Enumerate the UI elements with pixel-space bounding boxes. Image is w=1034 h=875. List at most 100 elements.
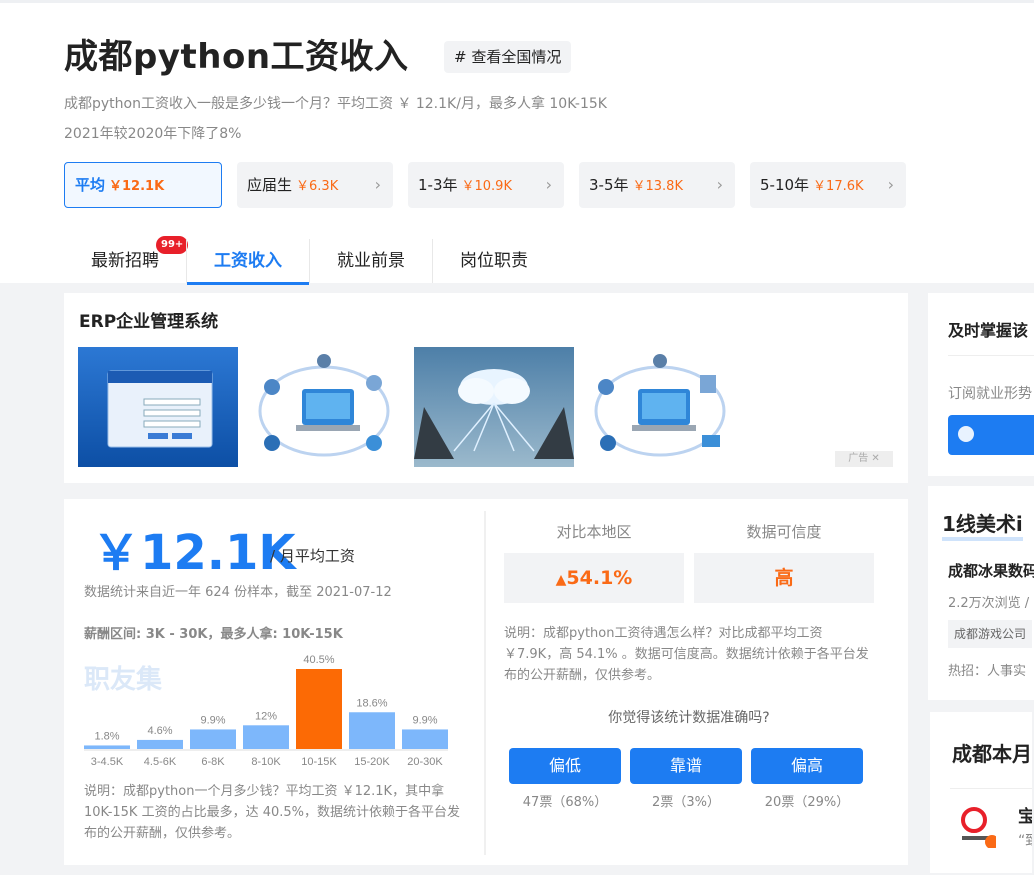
experience-pill-average[interactable]: 平均 ￥12.1K: [64, 162, 222, 208]
hot-jobs: 热招：人事实: [948, 664, 1027, 679]
company-name[interactable]: 成都冰果数码: [948, 560, 1034, 581]
erp-diagram-illustration: [258, 354, 390, 457]
experience-pill-graduate[interactable]: 应届生 ￥6.3K ›: [237, 162, 393, 208]
category-label: 6-8K: [201, 756, 225, 768]
salary-distribution-chart: 1.8% 3-4.5K 4.6% 4.5-6K 9.9% 6-8K 12% 8-10K 40.5…: [84, 654, 448, 768]
divider: [948, 355, 1034, 356]
cloud-illustration: [414, 369, 574, 459]
company-quote: “致: [1018, 833, 1032, 849]
vote-high-button[interactable]: 偏高: [751, 748, 863, 784]
sample-note: 数据统计来自近一年 624 份样本，截至 2021-07-12: [84, 585, 392, 600]
ad-label[interactable]: 广告 ✕: [835, 451, 893, 467]
subscribe-title: 及时掌握该: [948, 321, 1029, 340]
pill-label: 平均: [75, 176, 106, 194]
sidebar-job-card[interactable]: 1线美术i 成都冰果数码 2.2万次浏览 / 成都游戏公司 热招：人事实: [928, 486, 1034, 700]
pill-value: ￥10.9K: [461, 179, 512, 194]
category-label: 4.5-6K: [144, 756, 177, 768]
tab-duties[interactable]: 岗位职责: [433, 237, 555, 285]
salary-range: 薪酬区间: 3K - 30K，最多人拿: 10K-15K: [84, 627, 343, 642]
chart-bar: [137, 739, 183, 749]
vote-count: 47票（68%）: [522, 795, 608, 810]
average-salary: ￥12.1K: [92, 525, 296, 581]
pill-label: 3-5年: [589, 176, 629, 194]
pill-label: 5-10年: [760, 176, 810, 194]
company-logo[interactable]: [956, 804, 999, 849]
vote-low-button[interactable]: 偏低: [509, 748, 621, 784]
chart-bar: [190, 729, 236, 749]
cloud-laptops-image[interactable]: [414, 347, 574, 467]
page-title: 成都python工资收入: [64, 37, 409, 77]
experience-pill-5-10[interactable]: 5-10年 ￥17.6K ›: [750, 162, 906, 208]
category-label: 15-20K: [354, 756, 390, 768]
vote-count: 20票（29%）: [764, 795, 850, 810]
chart-bar: [243, 725, 289, 749]
chevron-right-icon: ›: [545, 175, 552, 194]
wechat-icon: [958, 426, 974, 442]
bar-value-label: 12%: [255, 710, 277, 722]
pill-label: 1-3年: [418, 176, 458, 194]
category-label: 3-4.5K: [91, 756, 124, 768]
page-description: 成都python工资收入一般是多少钱一个月？平均工资 ￥ 12.1K/月，最多人…: [64, 89, 607, 149]
pill-value: ￥13.8K: [632, 179, 683, 194]
subscribe-button[interactable]: [948, 415, 1034, 455]
pill-value: ￥6.3K: [296, 179, 339, 194]
bar-value-label: 9.9%: [200, 714, 225, 726]
experience-pill-1-3[interactable]: 1-3年 ￥10.9K ›: [408, 162, 564, 208]
divider: [950, 788, 1032, 789]
chevron-right-icon: ›: [716, 175, 723, 194]
pill-value: ￥17.6K: [813, 179, 864, 194]
erp-login-image[interactable]: [78, 347, 238, 467]
chart-bar: [349, 712, 395, 749]
ranking-title: 成都本月: [952, 742, 1032, 766]
salary-unit: / 月平均工资: [270, 547, 355, 565]
tab-prospects[interactable]: 就业前景: [310, 237, 432, 285]
new-count-badge: 99+: [156, 236, 189, 254]
bar-value-label: 40.5%: [303, 654, 334, 666]
compare-heading: 对比本地区: [556, 523, 632, 541]
chart-bar: [402, 729, 448, 749]
reliability-heading: 数据可信度: [746, 523, 822, 541]
view-national-button[interactable]: # 查看全国情况: [444, 41, 572, 73]
view-count: 2.2万次浏览 /: [948, 596, 1030, 611]
logo-icon: [961, 807, 999, 849]
arrow-up-icon: ▲: [555, 572, 567, 588]
erp-diagram-image-2[interactable]: [578, 347, 738, 467]
vote-question: 你觉得该统计数据准确吗?: [608, 710, 770, 726]
pill-value: ￥12.1K: [109, 179, 165, 194]
compare-value-box: ▲54.1%: [504, 553, 684, 603]
erp-diagram-illustration: [594, 354, 726, 457]
sidebar-ranking-card: 成都本月 宝 “致: [928, 710, 1034, 875]
chevron-right-icon: ›: [887, 175, 894, 194]
pill-label: 应届生: [247, 176, 293, 194]
reliability-value: 高: [694, 553, 874, 603]
chart-bar: [296, 669, 342, 749]
bar-value-label: 4.6%: [147, 725, 172, 737]
bar-value-label: 9.9%: [412, 714, 437, 726]
vote-accurate-button[interactable]: 靠谱: [630, 748, 742, 784]
job-card-title[interactable]: 1线美术i: [942, 508, 1023, 541]
erp-diagram-image[interactable]: [242, 347, 402, 467]
card-divider: [484, 511, 486, 855]
company-short-name[interactable]: 宝: [1018, 802, 1032, 827]
category-label: 10-15K: [301, 756, 337, 768]
chart-bar: [84, 745, 130, 749]
description-line: 2021年较2020年下降了8%: [64, 126, 242, 142]
bar-value-label: 18.6%: [356, 697, 387, 709]
ad-title[interactable]: ERP企业管理系统: [79, 307, 218, 332]
salary-card: ￥12.1K / 月平均工资 数据统计来自近一年 624 份样本，截至 2021…: [64, 499, 908, 865]
bar-value-label: 1.8%: [94, 730, 119, 742]
sidebar-subscribe-card: 及时掌握该 订阅就业形势: [928, 293, 1034, 476]
page-header: 成都python工资收入 # 查看全国情况 成都python工资收入一般是多少钱…: [0, 0, 1034, 285]
vote-count: 2票（3%）: [652, 795, 720, 810]
description-line: 成都python工资收入一般是多少钱一个月？平均工资 ￥ 12.1K/月，最多人…: [64, 96, 607, 112]
compare-value: 54.1%: [566, 567, 633, 589]
login-window-illustration: [107, 370, 213, 448]
tab-salary[interactable]: 工资收入: [187, 237, 309, 285]
company-tag[interactable]: 成都游戏公司: [948, 620, 1033, 648]
compare-note: 说明：成都python工资待遇怎么样？对比成都平均工资￥7.9K，高 54.1%…: [504, 626, 869, 683]
chevron-right-icon: ›: [374, 175, 381, 194]
category-label: 20-30K: [407, 756, 443, 768]
chart-note: 说明：成都python一个月多少钱？平均工资 ￥12.1K，其中拿10K-15K…: [84, 784, 461, 841]
experience-pill-3-5[interactable]: 3-5年 ￥13.8K ›: [579, 162, 735, 208]
ad-card[interactable]: ERP企业管理系统 广告 ✕: [64, 293, 908, 483]
